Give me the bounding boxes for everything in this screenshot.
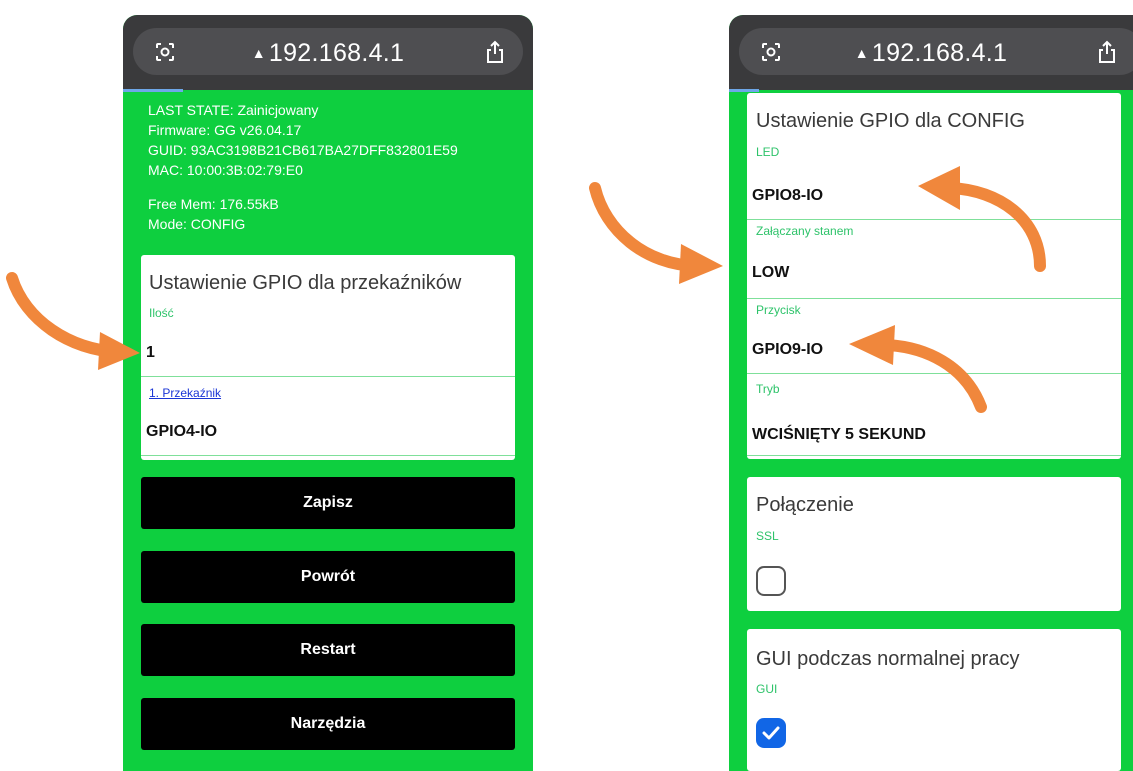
arrow-to-count-icon [6,272,140,370]
relay-1-gpio-select[interactable]: GPIO4-IO [146,423,217,441]
active-state-label: Załączany stanem [756,224,854,238]
phone-screen-left: ▲ 192.168.4.1 LAST STATE: Zainicjowany Fi… [123,15,533,771]
device-status: LAST STATE: Zainicjowany Firmware: GG v2… [148,100,458,234]
checkmark-icon [762,726,780,740]
warning-icon: ▲ [251,45,266,61]
connection-card: Połączenie SSL [747,477,1121,611]
page-load-progress [123,89,183,92]
config-card-title: Ustawienie GPIO dla CONFIG [756,110,1025,132]
address-field[interactable]: ▲ 192.168.4.1 [133,28,523,75]
share-icon[interactable] [485,40,505,64]
guid-text: GUID: 93AC3198B21CB617BA27DFF832801E59 [148,142,458,158]
arrow-to-led-gpio-icon [918,166,1046,272]
relay-1-link[interactable]: 1. Przekaźnik [149,386,221,400]
button-label: Przycisk [756,303,801,317]
browser-url-bar: ▲ 192.168.4.1 [123,15,533,90]
active-state-select[interactable]: LOW [752,264,789,282]
relay-card-title: Ustawienie GPIO dla przekaźników [149,272,462,294]
warning-icon: ▲ [854,45,869,61]
arrow-between-screens-icon [589,182,723,284]
button-gpio-select[interactable]: GPIO9-IO [752,341,823,359]
mode-text: Mode: CONFIG [148,216,246,232]
ssl-checkbox[interactable] [756,566,786,596]
mode-select[interactable]: WCIŚNIĘTY 5 SEKUND [752,426,926,444]
gui-card: GUI podczas normalnej pracy GUI [747,629,1121,771]
connection-card-title: Połączenie [756,494,854,516]
firmware-text: Firmware: GG v26.04.17 [148,122,302,138]
browser-url-bar-right: ▲ 192.168.4.1 [729,15,1133,90]
url-label: 192.168.4.1 [268,39,405,67]
ssl-label: SSL [756,529,779,543]
gui-checkbox[interactable] [756,718,786,748]
gui-label: GUI [756,682,778,696]
gui-card-title: GUI podczas normalnej pracy [756,648,1020,670]
address-field-right[interactable]: ▲ 192.168.4.1 [739,28,1133,75]
arrow-to-button-gpio-icon [849,325,987,413]
restart-button[interactable]: Restart [141,624,515,676]
url-text-right: ▲ 192.168.4.1 [739,39,1123,68]
mode-label: Tryb [756,382,780,396]
back-button[interactable]: Powrót [141,551,515,603]
page-load-progress-right [729,89,759,92]
free-mem-text: Free Mem: 176.55kB [148,196,279,212]
led-label: LED [756,145,780,159]
relay-gpio-card: Ustawienie GPIO dla przekaźników Ilość 1… [141,255,515,460]
url-label: 192.168.4.1 [871,39,1008,67]
url-text: ▲ 192.168.4.1 [133,39,523,68]
last-state-text: LAST STATE: Zainicjowany [148,102,319,118]
share-icon[interactable] [1097,40,1117,64]
mac-text: MAC: 10:00:3B:02:79:E0 [148,162,303,178]
tools-button[interactable]: Narzędzia [141,698,515,750]
save-button[interactable]: Zapisz [141,477,515,529]
led-gpio-select[interactable]: GPIO8-IO [752,187,823,205]
